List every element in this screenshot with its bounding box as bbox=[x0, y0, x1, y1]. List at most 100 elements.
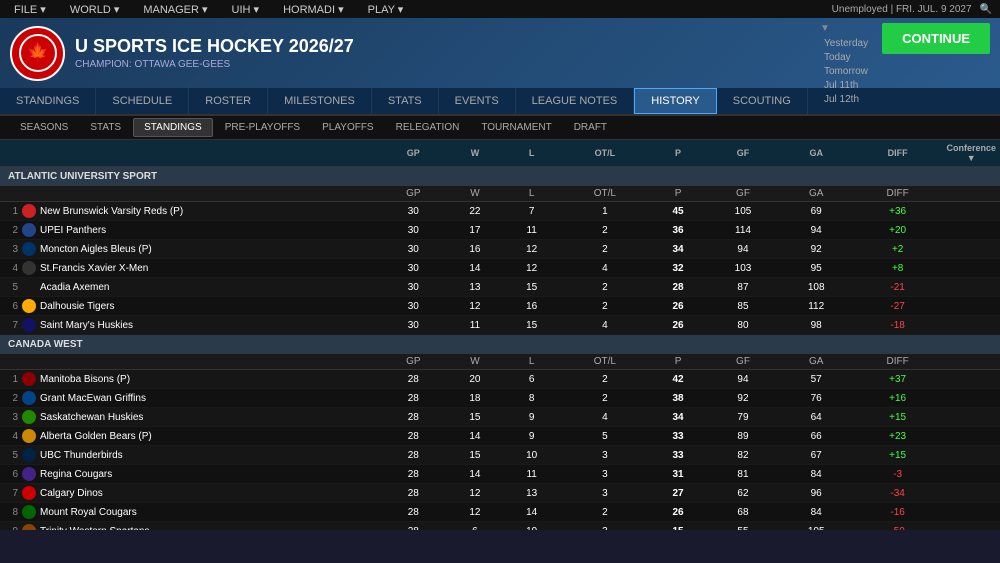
table-row[interactable]: 9 Trinity Western Spartans 28 6 19 3 15 … bbox=[0, 522, 1000, 531]
sub-navigation: SEASONS STATS STANDINGS PRE-PLAYOFFS PLA… bbox=[0, 116, 1000, 140]
sub-col-conf bbox=[942, 354, 1000, 370]
team-w: 22 bbox=[447, 202, 504, 221]
team-diff: -21 bbox=[853, 278, 943, 297]
table-row[interactable]: 4 Alberta Golden Bears (P) 28 14 9 5 33 … bbox=[0, 427, 1000, 446]
table-row[interactable]: 4 St.Francis Xavier X-Men 30 14 12 4 32 … bbox=[0, 259, 1000, 278]
team-conf bbox=[942, 503, 1000, 522]
team-diff: +15 bbox=[853, 408, 943, 427]
table-row[interactable]: 1 Manitoba Bisons (P) 28 20 6 2 42 94 57… bbox=[0, 370, 1000, 389]
sub-col-p: P bbox=[650, 186, 707, 202]
team-otl: 4 bbox=[560, 259, 650, 278]
subnav-tournament[interactable]: TOURNAMENT bbox=[471, 119, 561, 136]
table-row[interactable]: 5 UBC Thunderbirds 28 15 10 3 33 82 67 +… bbox=[0, 446, 1000, 465]
team-w: 14 bbox=[447, 427, 504, 446]
team-p: 31 bbox=[650, 465, 707, 484]
sub-col-diff: DIFF bbox=[853, 354, 943, 370]
table-row[interactable]: 3 Saskatchewan Huskies 28 15 9 4 34 79 6… bbox=[0, 408, 1000, 427]
menu-manager[interactable]: MANAGER ▾ bbox=[137, 1, 213, 18]
team-gf: 94 bbox=[706, 240, 779, 259]
team-conf bbox=[942, 484, 1000, 503]
menu-play[interactable]: PLAY ▾ bbox=[362, 1, 410, 18]
continue-button[interactable]: CONTINUE bbox=[882, 23, 990, 54]
col-otl: OT/L bbox=[560, 140, 650, 167]
subnav-playoffs[interactable]: PLAYOFFS bbox=[312, 119, 384, 136]
team-w: 18 bbox=[447, 389, 504, 408]
team-position: 6 bbox=[4, 469, 18, 480]
tab-milestones[interactable]: MILESTONES bbox=[268, 88, 372, 114]
tab-events[interactable]: EVENTS bbox=[439, 88, 516, 114]
date-yesterday[interactable]: Yesterday bbox=[820, 37, 872, 50]
team-position: 7 bbox=[4, 488, 18, 499]
team-w: 13 bbox=[447, 278, 504, 297]
team-p: 34 bbox=[650, 240, 707, 259]
date-jul11[interactable]: Jul 11th bbox=[820, 79, 872, 92]
menu-bar-area[interactable]: FILE ▾ WORLD ▾ MANAGER ▾ UIH ▾ HORMADI ▾… bbox=[8, 1, 409, 18]
date-jul12[interactable]: Jul 12th bbox=[820, 93, 872, 106]
subnav-seasons[interactable]: SEASONS bbox=[10, 119, 78, 136]
team-otl: 4 bbox=[560, 408, 650, 427]
sub-col-l: L bbox=[503, 186, 560, 202]
team-otl: 3 bbox=[560, 522, 650, 531]
tab-schedule[interactable]: SCHEDULE bbox=[96, 88, 189, 114]
subnav-stats[interactable]: STATS bbox=[80, 119, 131, 136]
menu-hormadi[interactable]: HORMADI ▾ bbox=[277, 1, 350, 18]
team-name-cell: 1 Manitoba Bisons (P) bbox=[0, 370, 380, 389]
tab-scouting[interactable]: SCOUTING bbox=[717, 88, 808, 114]
team-ga: 84 bbox=[780, 465, 853, 484]
team-l: 11 bbox=[503, 221, 560, 240]
date-today[interactable]: Today bbox=[820, 51, 872, 64]
menu-file[interactable]: FILE ▾ bbox=[8, 1, 52, 18]
team-gf: 94 bbox=[706, 370, 779, 389]
tab-stats[interactable]: STATS bbox=[372, 88, 439, 114]
team-p: 45 bbox=[650, 202, 707, 221]
table-row[interactable]: 6 Regina Cougars 28 14 11 3 31 81 84 -3 bbox=[0, 465, 1000, 484]
team-p: 36 bbox=[650, 221, 707, 240]
search-icon[interactable]: 🔍 bbox=[980, 4, 992, 15]
employment-status: Unemployed | FRI. JUL. 9 2027 bbox=[832, 4, 972, 15]
sub-col-gf: GF bbox=[706, 354, 779, 370]
team-name: Acadia Axemen bbox=[40, 282, 110, 293]
team-name-cell: 8 Mount Royal Cougars bbox=[0, 503, 380, 522]
table-row[interactable]: 5 Acadia Axemen 30 13 15 2 28 87 108 -21 bbox=[0, 278, 1000, 297]
menu-world[interactable]: WORLD ▾ bbox=[64, 1, 126, 18]
team-name: Grant MacEwan Griffins bbox=[40, 393, 146, 404]
team-diff: -50 bbox=[853, 522, 943, 531]
team-l: 12 bbox=[503, 240, 560, 259]
date-tomorrow[interactable]: Tomorrow bbox=[820, 65, 872, 78]
table-row[interactable]: 1 New Brunswick Varsity Reds (P) 30 22 7… bbox=[0, 202, 1000, 221]
team-gp: 28 bbox=[380, 522, 447, 531]
subnav-pre-playoffs[interactable]: PRE-PLAYOFFS bbox=[215, 119, 310, 136]
team-ga: 95 bbox=[780, 259, 853, 278]
table-row[interactable]: 7 Saint Mary's Huskies 30 11 15 4 26 80 … bbox=[0, 316, 1000, 335]
team-w: 15 bbox=[447, 408, 504, 427]
team-gp: 28 bbox=[380, 370, 447, 389]
team-otl: 3 bbox=[560, 446, 650, 465]
team-diff: -34 bbox=[853, 484, 943, 503]
team-otl: 2 bbox=[560, 221, 650, 240]
tab-league-notes[interactable]: LEAGUE NOTES bbox=[516, 88, 635, 114]
subnav-relegation[interactable]: RELEGATION bbox=[386, 119, 470, 136]
team-conf bbox=[942, 240, 1000, 259]
team-position: 4 bbox=[4, 431, 18, 442]
team-gf: 62 bbox=[706, 484, 779, 503]
tab-history[interactable]: HISTORY bbox=[634, 88, 717, 114]
table-row[interactable]: 3 Moncton Aigles Bleus (P) 30 16 12 2 34… bbox=[0, 240, 1000, 259]
menu-uih[interactable]: UIH ▾ bbox=[226, 1, 266, 18]
team-name: Regina Cougars bbox=[40, 469, 112, 480]
tab-standings[interactable]: STANDINGS bbox=[0, 88, 96, 114]
team-diff: +8 bbox=[853, 259, 943, 278]
subnav-standings[interactable]: STANDINGS bbox=[133, 118, 213, 137]
team-gf: 79 bbox=[706, 408, 779, 427]
subnav-draft[interactable]: DRAFT bbox=[564, 119, 617, 136]
table-row[interactable]: 7 Calgary Dinos 28 12 13 3 27 62 96 -34 bbox=[0, 484, 1000, 503]
team-name-cell: 3 Saskatchewan Huskies bbox=[0, 408, 380, 427]
table-row[interactable]: 2 Grant MacEwan Griffins 28 18 8 2 38 92… bbox=[0, 389, 1000, 408]
team-conf bbox=[942, 408, 1000, 427]
tab-roster[interactable]: ROSTER bbox=[189, 88, 268, 114]
team-name: Trinity Western Spartans bbox=[40, 526, 149, 531]
table-row[interactable]: 2 UPEI Panthers 30 17 11 2 36 114 94 +20 bbox=[0, 221, 1000, 240]
team-l: 8 bbox=[503, 389, 560, 408]
team-ga: 57 bbox=[780, 370, 853, 389]
table-row[interactable]: 6 Dalhousie Tigers 30 12 16 2 26 85 112 … bbox=[0, 297, 1000, 316]
table-row[interactable]: 8 Mount Royal Cougars 28 12 14 2 26 68 8… bbox=[0, 503, 1000, 522]
